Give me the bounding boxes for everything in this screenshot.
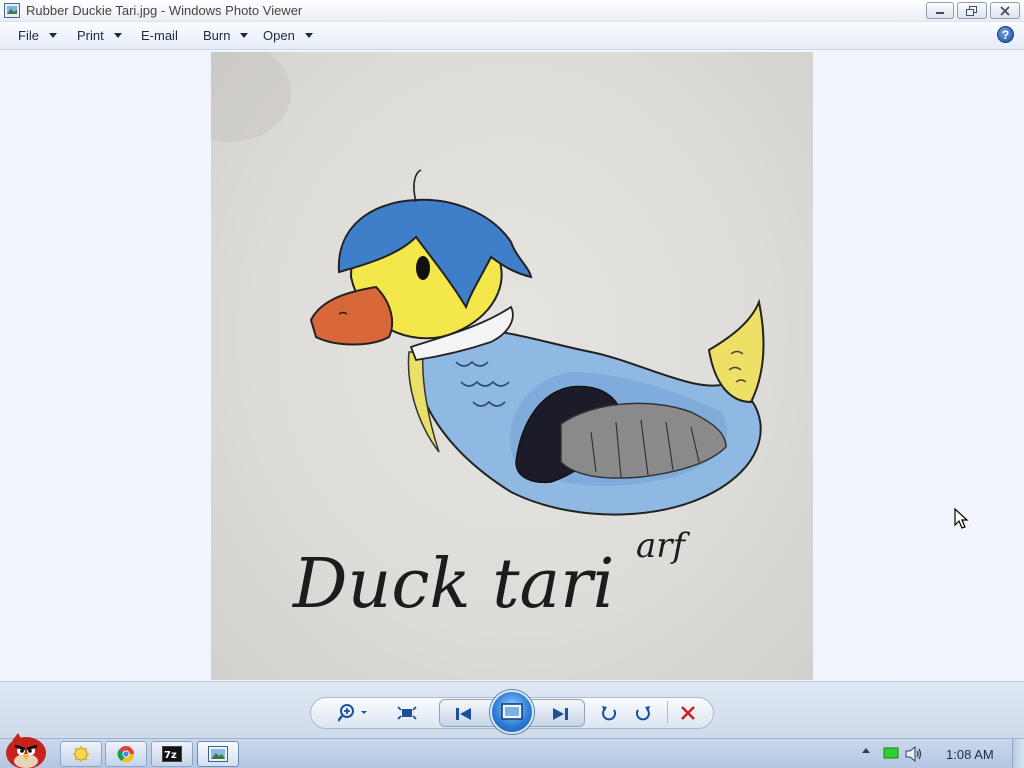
taskbar-7zip[interactable]: 7z — [151, 741, 193, 767]
minimize-button[interactable] — [926, 2, 954, 19]
zoom-button[interactable] — [334, 702, 374, 724]
network-tray-button[interactable] — [883, 746, 899, 760]
photo-viewer-icon — [208, 746, 228, 762]
restore-icon — [966, 5, 977, 16]
explorer-icon — [73, 746, 89, 762]
menu-bar: File Print E-mail Burn Open ? — [0, 22, 1024, 50]
previous-icon — [456, 708, 471, 720]
taskbar-explorer[interactable] — [60, 741, 102, 767]
chevron-down-icon — [48, 33, 57, 38]
mouse-cursor-icon — [954, 508, 969, 529]
menu-email-label: E-mail — [141, 28, 178, 43]
help-icon[interactable]: ? — [997, 26, 1014, 43]
fit-to-window-button[interactable] — [394, 702, 420, 724]
next-icon — [553, 708, 568, 720]
divider — [667, 701, 668, 723]
menu-open-label: Open — [263, 28, 295, 43]
previous-button[interactable] — [450, 704, 478, 724]
chevron-down-icon — [304, 33, 313, 38]
image-viewer-area[interactable]: Duck tari arf — [0, 51, 1024, 681]
minimize-icon — [936, 11, 944, 14]
show-desktop-button[interactable] — [1012, 739, 1024, 768]
delete-icon — [681, 706, 695, 720]
network-icon — [883, 747, 899, 759]
menu-file-label: File — [18, 28, 39, 43]
volume-tray-button[interactable] — [905, 746, 923, 762]
chevron-down-icon — [240, 33, 249, 38]
zoom-icon — [338, 704, 367, 722]
menu-burn-label: Burn — [203, 28, 231, 43]
restore-button[interactable] — [957, 2, 987, 19]
photo-caption-text: Duck tari — [291, 545, 614, 624]
menu-open[interactable]: Open — [263, 28, 313, 43]
taskbar-clock[interactable]: 1:08 AM — [946, 747, 994, 762]
rotate-clockwise-icon — [635, 706, 650, 721]
taskbar-chrome[interactable] — [105, 741, 147, 767]
menu-print[interactable]: Print — [77, 28, 122, 43]
rotate-counterclockwise-button[interactable] — [597, 702, 621, 724]
slideshow-icon — [501, 703, 523, 720]
photo-signature-text: arf — [636, 526, 691, 566]
angry-bird-orb-icon[interactable] — [2, 731, 50, 768]
chrome-icon — [117, 746, 135, 763]
chevron-down-icon — [113, 33, 122, 38]
delete-button[interactable] — [676, 702, 700, 724]
close-button[interactable] — [990, 2, 1020, 19]
photo: Duck tari arf — [211, 52, 813, 680]
photo-viewer-app-icon — [4, 3, 20, 18]
menu-email[interactable]: E-mail — [141, 28, 178, 43]
title-bar: Rubber Duckie Tari.jpg - Windows Photo V… — [0, 0, 1024, 22]
rotate-clockwise-button[interactable] — [631, 702, 655, 724]
close-icon — [1000, 5, 1010, 16]
show-hidden-icons-icon — [862, 748, 870, 753]
taskbar-photo-viewer[interactable] — [197, 741, 239, 767]
next-button[interactable] — [546, 704, 574, 724]
fit-to-window-icon — [397, 706, 417, 720]
volume-icon — [905, 746, 922, 762]
svg-text:7z: 7z — [164, 750, 177, 761]
window-title: Rubber Duckie Tari.jpg - Windows Photo V… — [26, 3, 303, 18]
show-hidden-icons-button[interactable] — [861, 746, 871, 754]
taskbar: 7z 1:08 AM — [0, 733, 1024, 768]
slideshow-button[interactable] — [490, 690, 534, 734]
menu-print-label: Print — [77, 28, 104, 43]
7zip-icon: 7z — [162, 746, 182, 762]
rotate-counterclockwise-icon — [602, 706, 617, 721]
duck-drawing: Duck tari arf — [211, 52, 765, 624]
control-bar — [0, 681, 1024, 738]
menu-burn[interactable]: Burn — [203, 28, 249, 43]
menu-file[interactable]: File — [18, 28, 57, 43]
